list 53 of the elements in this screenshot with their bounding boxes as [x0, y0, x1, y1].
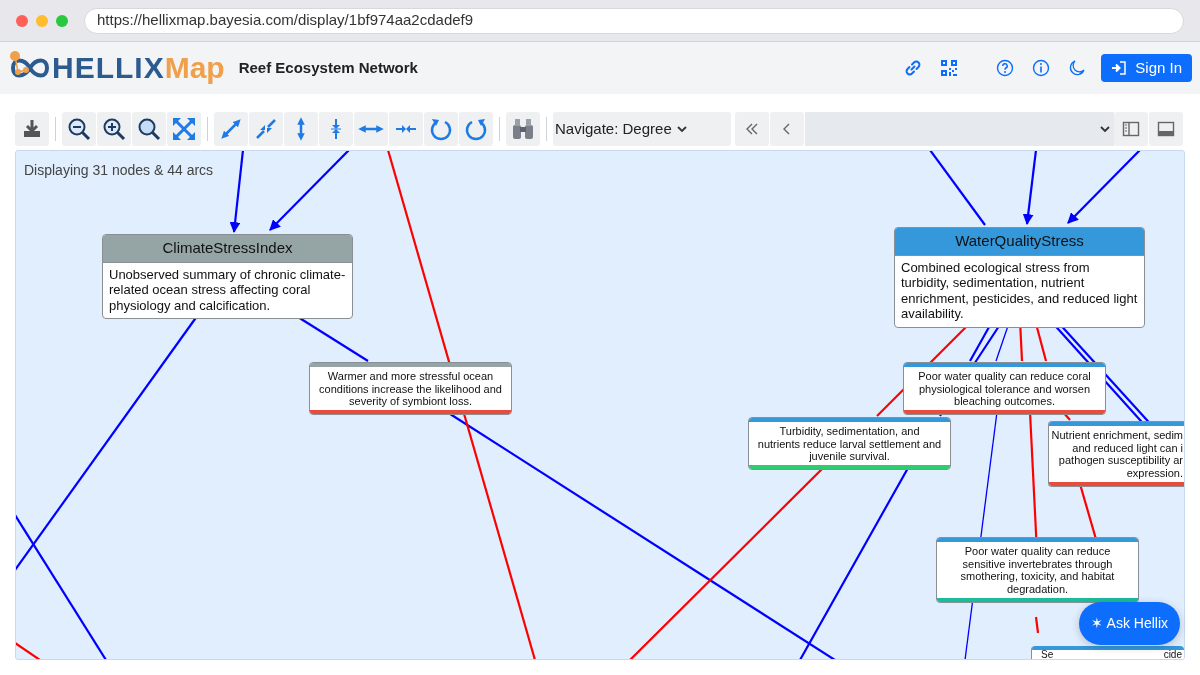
download-icon[interactable] — [15, 112, 49, 146]
arc-description: cide — [1163, 650, 1182, 659]
minimize-dot[interactable] — [36, 14, 48, 27]
horizontal-expand-icon[interactable] — [354, 112, 388, 146]
zoom-out-icon[interactable] — [62, 112, 96, 146]
arc-description: Poor water quality can reduce sensitive invertebrates through smothering, toxicity, and habitat degradation. — [959, 544, 1116, 597]
arc-description: Warmer and more stressful ocean conditions increase the likelihood and severity of symbiont loss. — [318, 369, 503, 410]
close-dot[interactable] — [16, 14, 28, 27]
fit-to-screen-icon[interactable] — [167, 112, 201, 146]
logo[interactable]: HELLIXMap — [52, 53, 225, 83]
variable-node[interactable]: ClimateStressIndex Unobserved summary of chronic climate-related ocean stress affecting coral physiology and calcification. — [102, 234, 353, 320]
zoom-in-icon[interactable] — [97, 112, 131, 146]
arc-label-node[interactable]: Turbidity, sedimentation, and nutrients reduce larval settlement and juvenile survival. — [748, 417, 951, 470]
node-description: Unobserved summary of chronic climate-related ocean stress affecting coral physiology and calcification. — [108, 265, 347, 315]
rotate-right-icon[interactable] — [459, 112, 493, 146]
arc-description: Turbidity, sedimentation, and nutrients reduce larval settlement and juvenile survival. — [756, 424, 943, 465]
variable-node[interactable]: WaterQualityStress Combined ecological stress from turbidity, sedimentation, nutrient enrichment, pesticides, and reduced light availability. — [894, 227, 1145, 328]
vertical-compress-icon[interactable] — [319, 112, 353, 146]
expand-arrows-icon[interactable] — [214, 112, 248, 146]
horizontal-compress-icon[interactable] — [389, 112, 423, 146]
compress-arrows-icon[interactable] — [249, 112, 283, 146]
arc-label-node[interactable]: Se cide — [1031, 646, 1184, 659]
chevron-down-icon — [1099, 123, 1111, 135]
node-description: Combined ecological stress from turbidity, sedimentation, nutrient enrichment, pesticides, and reduced light availability. — [900, 258, 1139, 324]
arc-description: Se — [1041, 650, 1054, 659]
arc-label-node[interactable]: Nutrient enrichment, sedim and reduced light can i pathogen susceptibility ar expression. — [1048, 421, 1184, 487]
zoom-icon[interactable] — [132, 112, 166, 146]
project-title: Reef Ecosystem Network — [238, 57, 418, 78]
sign-in-icon — [1111, 60, 1128, 76]
zoom-dot[interactable] — [56, 14, 68, 27]
node-title: ClimateStressIndex — [103, 235, 352, 263]
graph-summary: Displaying 31 nodes & 44 arcs — [24, 161, 214, 180]
rotate-left-icon[interactable] — [424, 112, 458, 146]
sidebar-panel-icon[interactable] — [1114, 112, 1148, 146]
node-select-dropdown[interactable] — [805, 112, 1114, 146]
node-title: WaterQualityStress — [895, 228, 1144, 256]
bottom-panel-icon[interactable] — [1149, 112, 1183, 146]
address-field[interactable]: https://hellixmap.bayesia.com/display/1bf974aa2cdadef9 — [84, 7, 1184, 34]
vertical-expand-icon[interactable] — [284, 112, 318, 146]
chevron-left-icon[interactable] — [770, 112, 804, 146]
sign-in-button[interactable]: Sign In — [1101, 54, 1192, 82]
arc-description: Nutrient enrichment, sedim and reduced light can i pathogen susceptibility ar expression. — [1050, 428, 1184, 481]
chevron-down-icon — [675, 123, 688, 135]
network-canvas[interactable] — [15, 150, 1185, 660]
arc-label-node[interactable]: Warmer and more stressful ocean conditions increase the likelihood and severity of symbiont loss. — [309, 362, 512, 415]
arc-label-node[interactable]: Poor water quality can reduce sensitive invertebrates through smothering, toxicity, and habitat degradation. — [936, 537, 1139, 603]
arc-description: Poor water quality can reduce coral physiological tolerance and worsen bleaching outcomes. — [917, 369, 1092, 410]
arc-label-node[interactable]: Poor water quality can reduce coral physiological tolerance and worsen bleaching outcomes. — [903, 362, 1106, 415]
navigate-dropdown[interactable]: Navigate: Degree — [553, 112, 731, 146]
ask-hellix-button[interactable]: ✶ Ask Hellix — [1079, 602, 1180, 645]
binoculars-icon[interactable] — [506, 112, 540, 146]
double-chevron-left-icon[interactable] — [735, 112, 769, 146]
arc-line — [1034, 616, 1040, 634]
